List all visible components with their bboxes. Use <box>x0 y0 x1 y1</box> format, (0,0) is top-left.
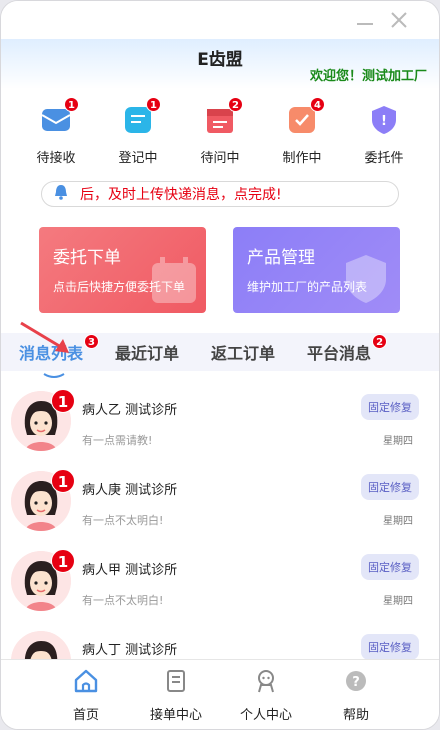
header: E齿盟 欢迎您！测试加工厂 <box>1 39 439 89</box>
quick-item-in-production[interactable]: 4 制作中 <box>267 97 337 177</box>
list-item[interactable]: 1 病人庚 测试诊所 固定修复 有一点不太明白! 星期四 <box>1 465 439 545</box>
bottom-nav: 首页 接单中心 个人中心 ? 帮助 <box>1 659 439 729</box>
unread-badge: 1 <box>51 389 75 413</box>
tab-badge: 2 <box>372 334 388 349</box>
product-management-card[interactable]: 产品管理 维护加工厂的产品列表 <box>233 227 400 313</box>
category-tag: 固定修复 <box>361 394 419 420</box>
title-bar <box>1 1 439 39</box>
category-tag: 固定修复 <box>361 554 419 580</box>
sender-name: 病人乙 测试诊所 <box>82 403 178 418</box>
nav-label: 接单中心 <box>149 708 202 723</box>
quick-badge: 4 <box>310 97 325 112</box>
sender-name: 病人甲 测试诊所 <box>82 563 178 578</box>
commission-order-card[interactable]: 委托下单 点击后快捷方便委托下单 <box>39 227 206 313</box>
message-preview: 有一点不太明白! <box>82 594 164 607</box>
close-icon[interactable] <box>389 10 409 30</box>
card-title: 委托下单 <box>53 248 121 268</box>
unread-badge: 1 <box>51 549 75 573</box>
list-item[interactable]: 1 病人乙 测试诊所 固定修复 有一点需请教! 星期四 <box>1 385 439 465</box>
category-tag: 固定修复 <box>361 634 419 660</box>
nav-label: 个人中心 <box>239 708 292 723</box>
card-title: 产品管理 <box>247 248 315 268</box>
tab-platform-messages[interactable]: 平台消息 2 <box>307 334 388 364</box>
minimize-icon[interactable] <box>355 10 375 30</box>
tab-rework-orders[interactable]: 返工订单 <box>211 340 275 364</box>
sender-name: 病人庚 测试诊所 <box>82 483 178 498</box>
category-tag: 固定修复 <box>361 474 419 500</box>
quick-item-label: 登记中 <box>118 151 158 166</box>
production-icon: 4 <box>285 97 325 137</box>
message-time: 星期四 <box>383 436 413 447</box>
quick-actions: 1 待接收 1 登记中 2 待问中 4 制作中 ! 委托件 <box>1 89 439 177</box>
tab-label: 平台消息 <box>307 344 372 363</box>
tab-badge: 3 <box>84 334 100 349</box>
welcome-text: 欢迎您！测试加工厂 <box>309 69 427 84</box>
svg-text:!: ! <box>381 114 387 129</box>
card-subtitle: 维护加工厂的产品列表 <box>247 280 368 294</box>
tab-label: 最近订单 <box>115 344 180 363</box>
notice-bar[interactable]: 后，及时上传快递消息，点完成! <box>41 181 399 207</box>
sender-name: 病人丁 测试诊所 <box>82 643 178 658</box>
message-list: 1 病人乙 测试诊所 固定修复 有一点需请教! 星期四 1 病人庚 测试诊所 固… <box>1 385 439 705</box>
svg-text:?: ? <box>352 675 360 690</box>
register-icon: 1 <box>121 97 161 137</box>
quick-item-label: 待问中 <box>200 151 240 166</box>
feature-cards: 委托下单 点击后快捷方便委托下单 产品管理 维护加工厂的产品列表 <box>1 227 439 313</box>
quick-item-label: 制作中 <box>282 151 322 166</box>
nav-item-home[interactable]: 首页 <box>41 660 131 729</box>
tab-recent-orders[interactable]: 最近订单 <box>115 340 179 364</box>
quick-item-commissioned[interactable]: ! 委托件 <box>349 103 419 177</box>
message-preview: 有一点需请教! <box>82 434 153 447</box>
quick-badge: 1 <box>64 97 79 112</box>
tab-label: 返工订单 <box>211 344 276 363</box>
home-icon <box>73 668 99 698</box>
orders-icon <box>163 668 189 698</box>
notice-text: 后，及时上传快递消息，点完成! <box>80 187 282 203</box>
quick-item-label: 委托件 <box>364 151 404 166</box>
inquiry-icon: 2 <box>203 97 243 137</box>
nav-item-orders[interactable]: 接单中心 <box>131 660 221 729</box>
profile-icon <box>253 668 279 698</box>
quick-item-label: 待接收 <box>36 151 76 166</box>
nav-label: 帮助 <box>342 708 369 723</box>
app-window: E齿盟 欢迎您！测试加工厂 1 待接收 1 登记中 2 待问中 4 制作中 ! … <box>0 0 440 730</box>
card-subtitle: 点击后快捷方便委托下单 <box>53 280 186 294</box>
quick-badge: 1 <box>146 97 161 112</box>
shield-icon: ! <box>367 103 401 137</box>
pointer-arrow-icon <box>17 319 77 363</box>
quick-item-inquiry[interactable]: 2 待问中 <box>185 97 255 177</box>
quick-item-pending-receive[interactable]: 1 待接收 <box>21 97 91 177</box>
message-time: 星期四 <box>383 516 413 527</box>
help-icon: ? <box>343 668 369 698</box>
tab-active-indicator <box>43 364 65 378</box>
quick-item-registering[interactable]: 1 登记中 <box>103 97 173 177</box>
quick-badge: 2 <box>228 97 243 112</box>
message-preview: 有一点不太明白! <box>82 514 164 527</box>
unread-badge: 1 <box>51 469 75 493</box>
bell-icon <box>52 183 70 205</box>
nav-label: 首页 <box>72 708 99 723</box>
list-item[interactable]: 1 病人甲 测试诊所 固定修复 有一点不太明白! 星期四 <box>1 545 439 625</box>
message-time: 星期四 <box>383 596 413 607</box>
inbox-icon: 1 <box>39 97 79 137</box>
nav-item-help[interactable]: ? 帮助 <box>311 660 401 729</box>
nav-item-profile[interactable]: 个人中心 <box>221 660 311 729</box>
